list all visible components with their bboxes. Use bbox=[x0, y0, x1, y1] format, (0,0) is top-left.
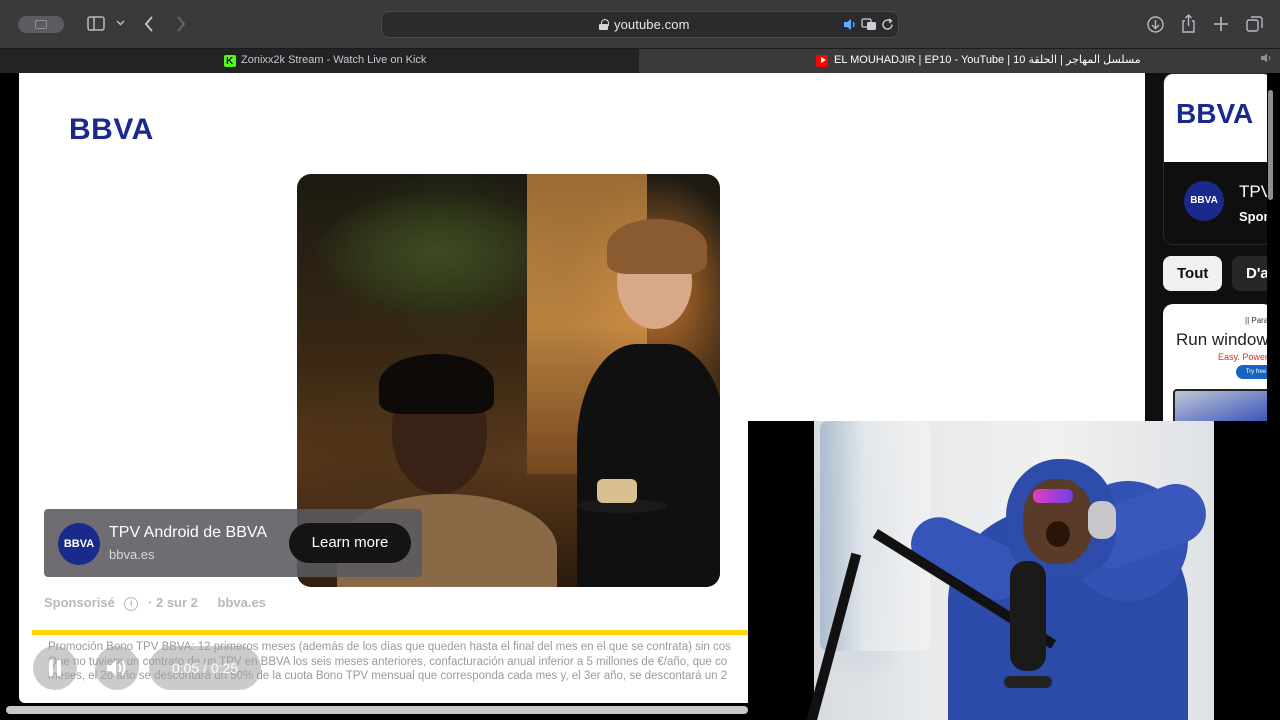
learn-more-button[interactable]: Learn more bbox=[289, 523, 411, 563]
horizontal-scrollbar[interactable] bbox=[6, 706, 748, 714]
sidebar-ad-title[interactable]: TPV bbox=[1239, 182, 1267, 202]
chevron-down-icon[interactable] bbox=[116, 18, 125, 27]
tab-group-button[interactable] bbox=[18, 16, 64, 33]
speaker-icon[interactable] bbox=[1261, 49, 1272, 72]
chip-all[interactable]: Tout bbox=[1163, 256, 1223, 291]
kick-favicon-icon bbox=[224, 50, 236, 73]
bbva-logo: BBVA bbox=[69, 113, 154, 146]
webcam-overlay bbox=[748, 421, 1280, 720]
youtube-favicon-icon bbox=[816, 55, 828, 67]
parallels-try-button[interactable]: Try free bbox=[1236, 365, 1267, 379]
ad-domain[interactable]: bbva.es bbox=[218, 595, 266, 610]
tab-kick-stream[interactable]: Zonixx2k Stream - Watch Live on Kick bbox=[0, 49, 639, 73]
time-display: 0:05 / 0:25 bbox=[149, 646, 261, 690]
sponsored-label: Sponsorisé bbox=[44, 595, 115, 610]
tab-overview-icon[interactable] bbox=[1246, 16, 1263, 33]
address-bar[interactable]: youtube.com bbox=[381, 11, 899, 38]
sidebar-ad-card[interactable]: BBVA BBVA TPV Spon bbox=[1163, 73, 1267, 245]
ad-position: · 2 sur 2 bbox=[148, 595, 198, 610]
forward-icon[interactable] bbox=[176, 16, 186, 32]
url-text: youtube.com bbox=[614, 17, 690, 32]
ad-url: bbva.es bbox=[109, 547, 155, 562]
ad-title[interactable]: TPV Android de BBVA bbox=[109, 524, 267, 542]
advertiser-avatar: BBVA bbox=[58, 523, 100, 565]
sponsored-row: Sponsorisé i · 2 sur 2 bbva.es bbox=[44, 595, 272, 611]
parallels-tagline: Easy. Powerful. bbox=[1218, 352, 1267, 362]
volume-button[interactable] bbox=[95, 646, 139, 690]
lock-icon bbox=[599, 19, 609, 30]
tab-youtube-video[interactable]: EL MOUHADJIR | EP10 - YouTube | مسلسل ال… bbox=[639, 49, 1280, 73]
volume-icon bbox=[107, 660, 126, 676]
laptop-image bbox=[1173, 389, 1267, 421]
back-icon[interactable] bbox=[144, 16, 154, 32]
tab-bar: Zonixx2k Stream - Watch Live on Kick EL … bbox=[0, 48, 1280, 73]
new-tab-icon[interactable] bbox=[1213, 16, 1229, 32]
parallels-brand: || Paral bbox=[1245, 316, 1267, 325]
share-icon[interactable] bbox=[1181, 14, 1196, 33]
sidebar-ad-sponsored: Spon bbox=[1239, 209, 1267, 224]
sidebar-ad-parallels[interactable]: || Paral Run window Easy. Powerful. Try … bbox=[1163, 304, 1267, 421]
reload-icon[interactable] bbox=[881, 18, 894, 34]
vertical-scrollbar[interactable] bbox=[1268, 90, 1273, 200]
youtube-sidebar: BBVA BBVA TPV Spon Tout D'a || Paral Run… bbox=[1145, 73, 1267, 421]
pause-button[interactable] bbox=[33, 646, 77, 690]
sidebar-ad-avatar: BBVA bbox=[1184, 181, 1224, 221]
audio-icon[interactable] bbox=[843, 18, 857, 34]
browser-toolbar: youtube.com bbox=[0, 0, 1280, 48]
chip-other[interactable]: D'a bbox=[1232, 256, 1267, 291]
tab-title: Zonixx2k Stream - Watch Live on Kick bbox=[241, 54, 427, 66]
legal-line: Promoción Bono TPV BBVA: 12 primeros mes… bbox=[48, 641, 731, 653]
translate-icon[interactable] bbox=[861, 18, 877, 34]
tab-title: EL MOUHADJIR | EP10 - YouTube | مسلسل ال… bbox=[834, 54, 1141, 66]
parallels-title: Run window bbox=[1176, 330, 1267, 349]
info-icon[interactable]: i bbox=[124, 597, 139, 611]
download-icon[interactable] bbox=[1147, 16, 1164, 33]
ad-info-card[interactable]: BBVA TPV Android de BBVA bbva.es Learn m… bbox=[44, 509, 422, 577]
sidebar-ad-logo: BBVA bbox=[1176, 98, 1254, 129]
sidebar-toggle-icon[interactable] bbox=[87, 16, 105, 31]
